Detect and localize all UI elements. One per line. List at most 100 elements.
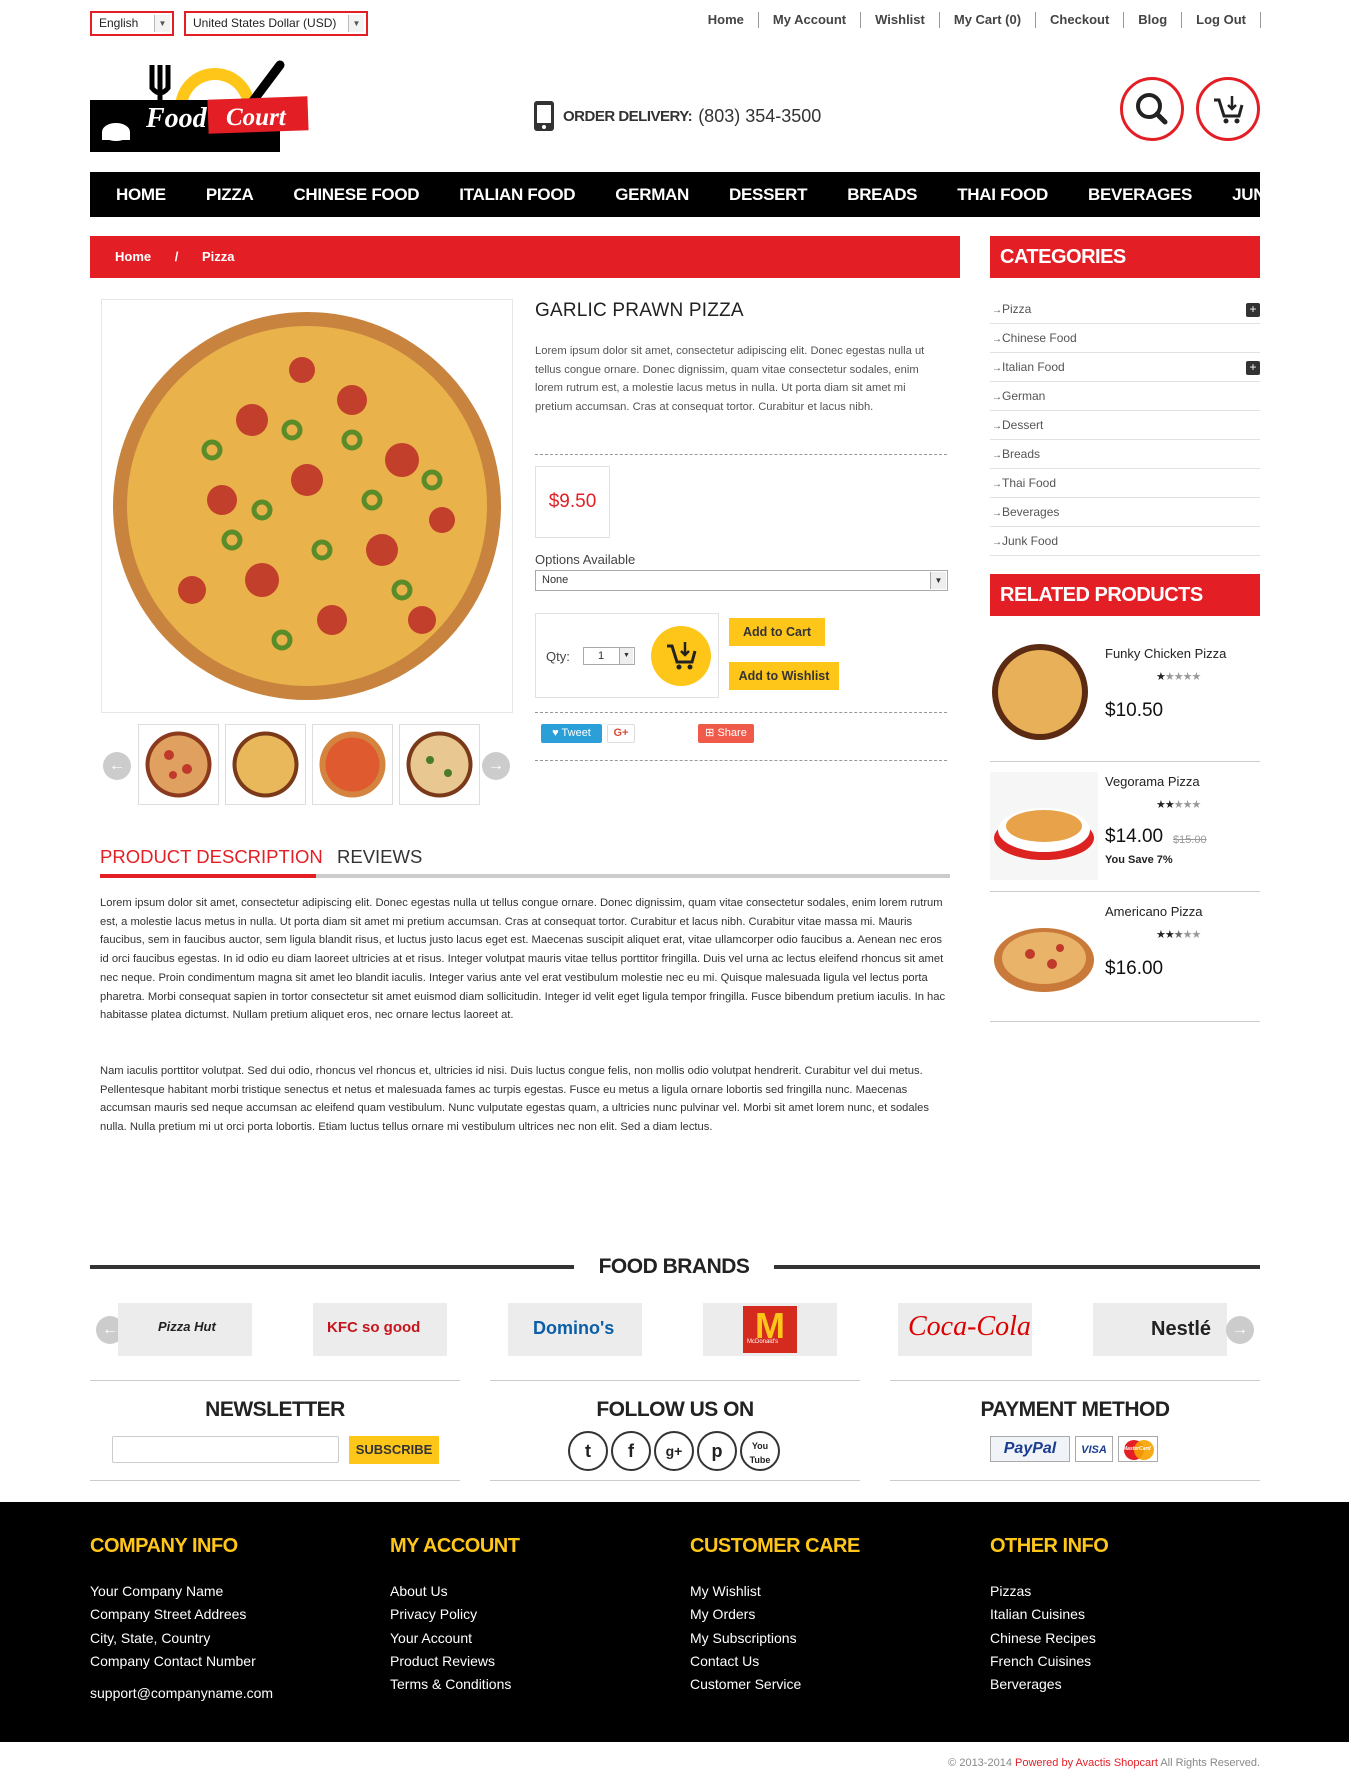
related-item[interactable]: Funky Chicken Pizza ★★★★★ $10.50 — [990, 634, 1260, 762]
thumb-pizza-1 — [145, 731, 212, 798]
subscribe-button[interactable]: SUBSCRIBE — [349, 1436, 439, 1464]
nav-junk-food[interactable]: JUNK FOOD — [1232, 185, 1330, 205]
related-products-title: RELATED PRODUCTS — [990, 574, 1260, 616]
brands-next-arrow[interactable]: → — [1226, 1316, 1254, 1344]
category-item[interactable]: →Pizza + — [990, 295, 1260, 324]
category-item[interactable]: →German — [990, 382, 1260, 411]
footer-link[interactable]: Berverages — [990, 1673, 1108, 1696]
expand-plus-icon[interactable]: + — [1246, 361, 1260, 375]
twitter-icon[interactable]: t — [568, 1431, 608, 1471]
brand-logo-dominos[interactable]: Domino's — [508, 1303, 642, 1356]
brand-logo-pizza-hut[interactable]: Pizza Hut — [118, 1303, 252, 1356]
share-button[interactable]: ⊞ Share — [698, 724, 754, 743]
brand-logo-mcdonalds[interactable]: M McDonald's — [703, 1303, 837, 1356]
nav-german[interactable]: GERMAN — [615, 185, 689, 205]
footer-link[interactable]: Italian Cuisines — [990, 1603, 1108, 1626]
thumbnail-4[interactable] — [399, 724, 480, 805]
nav-pizza[interactable]: PIZZA — [206, 185, 254, 205]
currency-select[interactable]: United States Dollar (USD) ▼ — [184, 11, 368, 36]
product-title: GARLIC PRAWN PIZZA — [535, 300, 744, 321]
google-plus-icon[interactable]: g+ — [654, 1431, 694, 1471]
related-name[interactable]: Americano Pizza — [1105, 904, 1203, 919]
category-item[interactable]: →Beverages — [990, 498, 1260, 527]
brand-name: McDonald's — [747, 1339, 779, 1345]
brand-logo-coca-cola[interactable]: Coca-Cola — [898, 1303, 1032, 1356]
nav-breads[interactable]: BREADS — [847, 185, 917, 205]
footer-email[interactable]: support@companyname.com — [90, 1682, 273, 1705]
language-select[interactable]: English ▼ — [90, 11, 174, 36]
related-name[interactable]: Vegorama Pizza — [1105, 774, 1200, 789]
pinterest-icon[interactable]: p — [697, 1431, 737, 1471]
site-logo[interactable]: Food Court — [90, 60, 320, 160]
footer-link[interactable]: Terms & Conditions — [390, 1673, 519, 1696]
thumb-next-arrow[interactable]: → — [482, 752, 510, 780]
toplink-logout[interactable]: Log Out — [1182, 12, 1261, 28]
gplus-button[interactable]: G+ — [607, 724, 635, 743]
newsletter-email-input[interactable] — [112, 1436, 339, 1463]
toplink-home[interactable]: Home — [694, 12, 759, 28]
toplink-wishlist[interactable]: Wishlist — [861, 12, 940, 28]
tweet-button[interactable]: ♥ Tweet — [541, 724, 602, 743]
footer-link[interactable]: Contact Us — [690, 1650, 860, 1673]
footer-link[interactable]: Chinese Recipes — [990, 1627, 1108, 1650]
brand-logo-kfc[interactable]: KFC so good — [313, 1303, 447, 1356]
facebook-icon[interactable]: f — [611, 1431, 651, 1471]
arrow-right-icon: → — [992, 334, 1002, 345]
share-label: Share — [717, 727, 747, 739]
product-main-image[interactable] — [101, 299, 513, 713]
footer-item: Your Company Name — [90, 1583, 224, 1599]
options-select[interactable]: None ▼ — [535, 570, 948, 591]
toplink-checkout[interactable]: Checkout — [1036, 12, 1125, 28]
brand-logo-nestle[interactable]: Nestlé — [1093, 1303, 1227, 1356]
category-item[interactable]: →Dessert — [990, 411, 1260, 440]
nav-home[interactable]: HOME — [116, 185, 166, 205]
add-to-cart-icon-button[interactable] — [651, 626, 711, 686]
category-item[interactable]: →Italian Food + — [990, 353, 1260, 382]
nav-beverages[interactable]: BEVERAGES — [1088, 185, 1192, 205]
related-item[interactable]: Americano Pizza ★★★★★ $16.00 — [990, 892, 1260, 1022]
footer-link[interactable]: Your Account — [390, 1627, 519, 1650]
category-item[interactable]: →Breads — [990, 440, 1260, 469]
thumbnail-1[interactable] — [138, 724, 219, 805]
footer-link[interactable]: My Orders — [690, 1603, 860, 1626]
footer-link[interactable]: Privacy Policy — [390, 1603, 519, 1626]
add-to-wishlist-button[interactable]: Add to Wishlist — [729, 662, 839, 690]
footer-link[interactable]: Customer Service — [690, 1673, 860, 1696]
thumbnail-2[interactable] — [225, 724, 306, 805]
divider — [535, 760, 947, 761]
thumbnail-3[interactable] — [312, 724, 393, 805]
nav-thai-food[interactable]: THAI FOOD — [957, 185, 1048, 205]
footer-link[interactable]: Product Reviews — [390, 1650, 519, 1673]
footer-link[interactable]: About Us — [390, 1580, 519, 1603]
toplink-my-cart[interactable]: My Cart (0) — [940, 12, 1037, 28]
search-button[interactable] — [1120, 77, 1184, 141]
thumb-prev-arrow[interactable]: ← — [103, 752, 131, 780]
youtube-icon[interactable]: You Tube — [740, 1431, 780, 1471]
footer-link[interactable]: Pizzas — [990, 1580, 1108, 1603]
breadcrumb-home[interactable]: Home — [115, 249, 151, 264]
footer-link[interactable]: French Cuisines — [990, 1650, 1108, 1673]
nav-dessert[interactable]: DESSERT — [729, 185, 808, 205]
related-item[interactable]: Vegorama Pizza ★★★★★ $14.00 $15.00 You S… — [990, 762, 1260, 892]
section-rule — [90, 1480, 460, 1481]
cart-button[interactable] — [1196, 77, 1260, 141]
category-item[interactable]: →Thai Food — [990, 469, 1260, 498]
category-item[interactable]: →Junk Food — [990, 527, 1260, 556]
toplink-blog[interactable]: Blog — [1124, 12, 1183, 28]
footer-link[interactable]: My Wishlist — [690, 1580, 860, 1603]
category-item[interactable]: →Chinese Food — [990, 324, 1260, 353]
section-rule — [90, 1380, 460, 1381]
tab-product-description[interactable]: PRODUCT DESCRIPTION — [100, 846, 323, 868]
qty-select[interactable]: 1 ▼ — [583, 647, 635, 665]
add-to-cart-button[interactable]: Add to Cart — [729, 618, 825, 646]
expand-plus-icon[interactable]: + — [1246, 303, 1260, 317]
breadcrumb: Home / Pizza — [90, 236, 960, 278]
payment-visa: VISA — [1081, 1444, 1107, 1456]
toplink-my-account[interactable]: My Account — [759, 12, 862, 28]
powered-by-link[interactable]: Powered by Avactis Shopcart — [1015, 1757, 1158, 1769]
nav-chinese-food[interactable]: CHINESE FOOD — [293, 185, 419, 205]
footer-link[interactable]: My Subscriptions — [690, 1627, 860, 1650]
tab-reviews[interactable]: REVIEWS — [337, 846, 422, 868]
related-name[interactable]: Funky Chicken Pizza — [1105, 646, 1226, 661]
nav-italian-food[interactable]: ITALIAN FOOD — [459, 185, 575, 205]
